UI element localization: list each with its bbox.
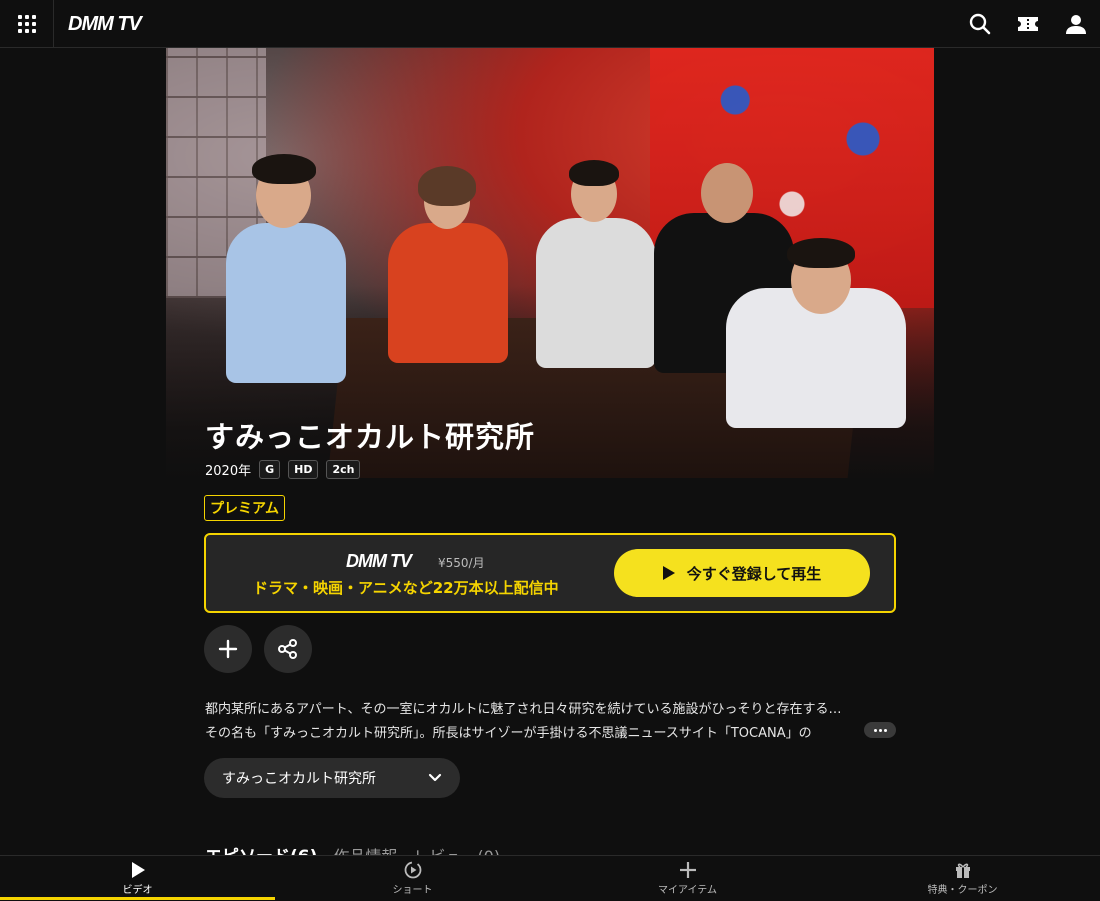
person-hair [418,166,476,206]
top-header: DMM TV [0,0,1100,48]
subscribe-logo: DMM TV [346,551,412,571]
play-icon [662,566,675,580]
release-year: 2020年 [205,464,252,479]
user-icon[interactable] [1064,12,1088,36]
dmm-tv-logo[interactable]: DMM TV [68,13,142,36]
nav-label-video: ビデオ [122,885,153,896]
subscribe-play-button[interactable]: 今すぐ登録して再生 [614,549,870,597]
subscribe-tagline: ドラマ・映画・アニメなど22万本以上配信中 [253,579,559,597]
person-figure [536,218,656,368]
gift-icon [955,863,970,878]
audio-badge: 2ch [326,460,361,479]
premium-badge: プレミアム [204,495,286,521]
bottom-nav: ビデオ ショート マイアイテム 特典・クーポン [0,855,1100,900]
ticket-icon[interactable] [1016,12,1040,36]
play-icon [131,862,145,878]
content-meta: 2020年 G HD 2ch [205,460,361,479]
series-select[interactable]: すみっこオカルト研究所 [204,758,460,798]
person-hair [569,160,619,186]
nav-item-video[interactable]: ビデオ [0,856,275,901]
subscribe-price: ¥550/月 [438,556,485,570]
plus-icon [218,639,238,659]
plus-icon [679,862,696,878]
nav-label-shorts: ショート [392,885,433,896]
person-hair [252,154,316,184]
share-button[interactable] [264,625,312,673]
chevron-down-icon [428,773,442,782]
series-select-value: すみっこオカルト研究所 [222,771,376,787]
nav-item-coupons[interactable]: 特典・クーポン [825,856,1100,901]
nav-label-my-items: マイアイテム [658,885,717,896]
rating-badge: G [259,460,281,479]
grid-menu-button[interactable] [0,0,54,48]
page-title: すみっこオカルト研究所 [205,420,536,454]
quality-badge: HD [288,460,319,479]
description-line-2: その名も「すみっこオカルト研究所」。所長はサイゾーが手掛ける不思議ニュースサイト… [205,726,812,741]
subscribe-play-label: 今すぐ登録して再生 [686,564,822,583]
description-line-1: 都内某所にあるアパート、その一室にオカルトに魅了され日々研究を続けている施設がひ… [205,702,842,717]
description-more-button[interactable] [864,722,896,738]
person-head [701,163,753,223]
shorts-icon [404,861,421,879]
share-icon [278,639,297,659]
subscribe-banner: DMM TV ¥550/月 ドラマ・映画・アニメなど22万本以上配信中 今すぐ登… [204,533,896,613]
person-hair [787,238,855,268]
nav-item-shorts[interactable]: ショート [275,856,550,901]
nav-label-coupons: 特典・クーポン [927,885,998,896]
nav-item-my-items[interactable]: マイアイテム [550,856,825,901]
add-to-list-button[interactable] [204,625,252,673]
person-figure [388,223,508,363]
grid-menu-icon [17,15,36,33]
search-icon[interactable] [968,12,992,36]
person-figure [226,223,346,383]
